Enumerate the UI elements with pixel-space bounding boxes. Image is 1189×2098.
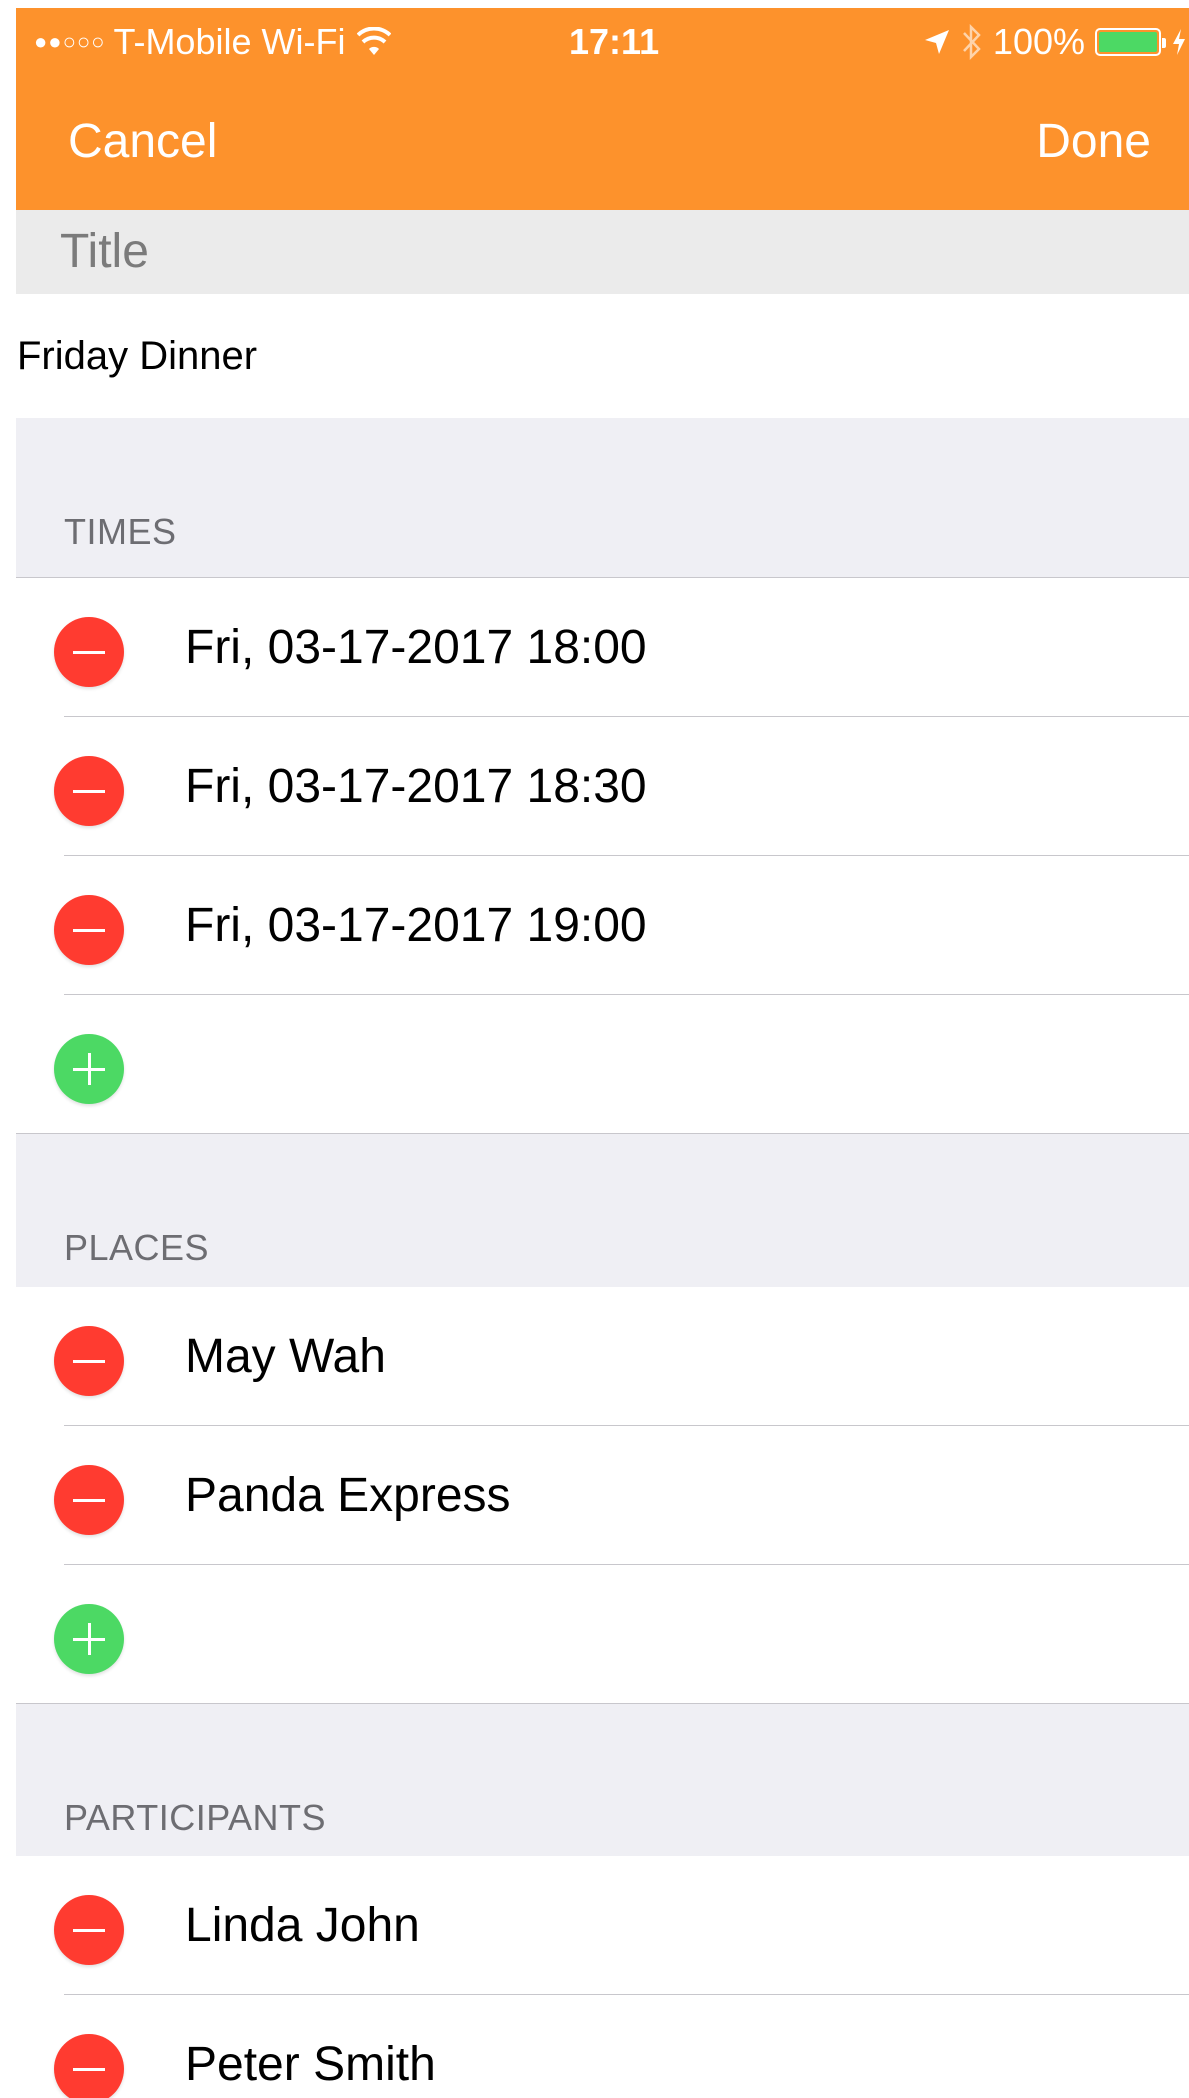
remove-icon[interactable] — [54, 756, 124, 826]
section-header-times: TIMES — [16, 418, 1189, 578]
time-value: Fri, 03-17-2017 18:00 — [185, 621, 647, 674]
add-icon[interactable] — [54, 1034, 124, 1104]
charging-bolt-icon — [1173, 29, 1185, 55]
time-row[interactable]: Fri, 03-17-2017 19:00 — [16, 856, 1189, 995]
add-place-row[interactable] — [16, 1565, 1189, 1704]
participant-name: Linda John — [185, 1899, 420, 1952]
remove-icon[interactable] — [54, 1465, 124, 1535]
place-name: Panda Express — [185, 1469, 511, 1522]
title-input[interactable]: Friday Dinner — [16, 294, 1189, 418]
place-row[interactable]: Panda Express — [16, 1426, 1189, 1565]
battery-nub — [1162, 38, 1166, 48]
signal-strength: ●●○○○ — [34, 29, 106, 54]
remove-icon[interactable] — [54, 1895, 124, 1965]
status-time: 17:11 — [569, 21, 660, 62]
time-value: Fri, 03-17-2017 18:30 — [185, 760, 647, 813]
remove-icon[interactable] — [54, 617, 124, 687]
top-bar: ●●○○○ T-Mobile Wi-Fi 17:11 100% Cancel D… — [16, 8, 1189, 210]
section-title-places: PLACES — [64, 1227, 210, 1268]
section-title-times: TIMES — [64, 511, 177, 552]
bluetooth-icon — [963, 24, 981, 60]
section-header-participants: PARTICIPANTS — [16, 1704, 1189, 1864]
participant-name: Peter Smith — [185, 2038, 436, 2091]
remove-icon[interactable] — [54, 2034, 124, 2098]
carrier-label: T-Mobile Wi-Fi — [113, 21, 346, 62]
participant-row[interactable]: Peter Smith — [16, 1995, 1189, 2098]
remove-icon[interactable] — [54, 1326, 124, 1396]
participant-row[interactable]: Linda John — [16, 1856, 1189, 1995]
location-arrow-icon — [924, 30, 949, 54]
done-button[interactable]: Done — [1036, 114, 1151, 170]
section-title-participants: PARTICIPANTS — [64, 1797, 327, 1838]
add-icon[interactable] — [54, 1604, 124, 1674]
section-header-places: PLACES — [16, 1134, 1189, 1294]
time-row[interactable]: Fri, 03-17-2017 18:00 — [16, 578, 1189, 717]
screen: ●●○○○ T-Mobile Wi-Fi 17:11 100% Cancel D… — [16, 8, 1189, 2098]
title-label: Title — [16, 210, 1189, 294]
add-time-row[interactable] — [16, 995, 1189, 1134]
battery-percent: 100% — [992, 21, 1085, 62]
time-row[interactable]: Fri, 03-17-2017 18:30 — [16, 717, 1189, 856]
time-value: Fri, 03-17-2017 19:00 — [185, 899, 647, 952]
status-right: 100% — [923, 22, 1187, 62]
place-row[interactable]: May Wah — [16, 1287, 1189, 1426]
remove-icon[interactable] — [54, 895, 124, 965]
cancel-button[interactable]: Cancel — [68, 114, 217, 170]
nav-bar: Cancel Done — [16, 74, 1189, 210]
place-name: May Wah — [185, 1330, 386, 1383]
status-bar: ●●○○○ T-Mobile Wi-Fi 17:11 100% — [16, 8, 1189, 74]
status-left: ●●○○○ T-Mobile Wi-Fi — [34, 21, 392, 62]
wifi-icon — [357, 27, 392, 55]
battery-fill — [1099, 32, 1157, 52]
battery-icon — [1095, 28, 1166, 56]
